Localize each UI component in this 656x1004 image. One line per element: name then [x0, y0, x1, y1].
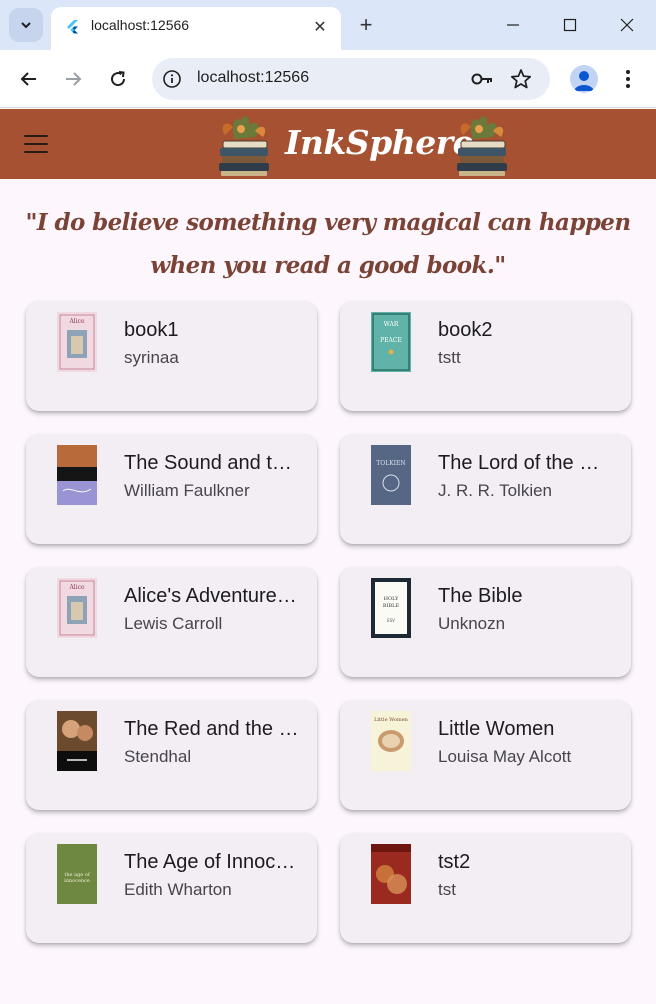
- little-women-cover: Little Women: [371, 711, 411, 771]
- book-card[interactable]: tst2 tst: [340, 833, 631, 943]
- svg-text:HOLY: HOLY: [384, 596, 399, 602]
- svg-text:ESV: ESV: [387, 618, 395, 623]
- url-text[interactable]: localhost:12566: [197, 69, 309, 87]
- svg-text:Little Women: Little Women: [374, 717, 409, 723]
- book-author: William Faulkner: [124, 481, 250, 500]
- back-arrow-icon[interactable]: [14, 64, 44, 94]
- book-card[interactable]: Alice book1 syrinaa: [26, 301, 317, 411]
- book-title: The Age of Innocence: [124, 851, 299, 873]
- alice-cover: Alice: [57, 578, 97, 638]
- bible-cover: HOLY BIBLE ESV: [371, 578, 411, 638]
- close-window-icon[interactable]: [612, 10, 642, 40]
- book-author: Lewis Carroll: [124, 614, 223, 633]
- book-author: J. R. R. Tolkien: [438, 481, 553, 500]
- browser-toolbar: localhost:12566: [0, 50, 656, 108]
- alice-cover: Alice: [57, 312, 97, 372]
- book-card[interactable]: Alice Alice's Adventures in Wonderland L…: [26, 567, 317, 677]
- book-author: Edith Wharton: [124, 880, 232, 899]
- book-title: book2: [438, 319, 493, 341]
- book-card[interactable]: HOLY BIBLE ESV The Bible Unknozn: [340, 567, 631, 677]
- book-title: Little Women: [438, 718, 555, 740]
- address-bar[interactable]: localhost:12566: [152, 58, 550, 100]
- red-painting-cover: [371, 844, 411, 904]
- flutter-icon: [67, 20, 78, 34]
- book-title: The Red and the Black: [124, 718, 299, 740]
- tab-search-button[interactable]: [9, 8, 43, 42]
- chevron-down-icon: [21, 22, 31, 29]
- book-author: tst: [438, 880, 456, 899]
- profile-avatar-icon[interactable]: [570, 65, 598, 93]
- book-card[interactable]: WAR PEACE book2 tstt: [340, 301, 631, 411]
- book-card[interactable]: the age of innocence The Age of Innocenc…: [26, 833, 317, 943]
- svg-text:WAR: WAR: [384, 321, 399, 328]
- book-author: Unknozn: [438, 614, 506, 633]
- svg-text:Alice: Alice: [68, 318, 85, 325]
- browser-tab-bar: localhost:12566 ✕ +: [0, 0, 656, 50]
- book-title: The Lord of the Rings: [438, 452, 613, 474]
- red-and-black-cover: [57, 711, 97, 771]
- site-info-icon[interactable]: [162, 69, 182, 89]
- svg-text:PEACE: PEACE: [380, 337, 402, 344]
- book-title: Alice's Adventures in Wonderland: [124, 585, 299, 607]
- war-and-peace-cover: WAR PEACE: [371, 312, 411, 372]
- sound-and-fury-cover: [57, 445, 97, 505]
- book-title: book1: [124, 319, 179, 341]
- new-tab-button[interactable]: +: [352, 11, 380, 39]
- quote-text: "I do believe something very magical can…: [25, 209, 632, 279]
- close-tab-icon[interactable]: ✕: [311, 17, 329, 36]
- menu-icon[interactable]: [22, 133, 50, 155]
- app-brand-title: InkSphere: [285, 123, 474, 162]
- age-of-innocence-cover: the age of innocence: [57, 844, 97, 904]
- book-title: The Bible: [438, 585, 523, 607]
- reload-icon[interactable]: [103, 64, 133, 94]
- book-card[interactable]: TOLKIEN The Lord of the Rings J. R. R. T…: [340, 434, 631, 544]
- browser-menu-icon[interactable]: [618, 65, 638, 93]
- svg-text:Alice: Alice: [68, 584, 85, 591]
- book-author: tstt: [438, 348, 461, 367]
- bookmark-star-icon[interactable]: [510, 68, 532, 90]
- lord-of-the-rings-cover: TOLKIEN: [371, 445, 411, 505]
- minimize-icon[interactable]: [498, 10, 528, 40]
- book-title: tst2: [438, 851, 471, 873]
- book-author: syrinaa: [124, 348, 179, 367]
- password-key-icon[interactable]: [470, 69, 494, 89]
- browser-tab[interactable]: localhost:12566 ✕: [51, 7, 341, 50]
- book-stack-icon: [457, 116, 507, 176]
- book-card[interactable]: Little Women Little Women Louisa May Alc…: [340, 700, 631, 810]
- maximize-icon[interactable]: [555, 10, 585, 40]
- book-card[interactable]: The Red and the Black Stendhal: [26, 700, 317, 810]
- book-card[interactable]: The Sound and the Fury William Faulkner: [26, 434, 317, 544]
- forward-arrow-icon[interactable]: [58, 64, 88, 94]
- svg-text:BIBLE: BIBLE: [383, 603, 400, 609]
- svg-text:TOLKIEN: TOLKIEN: [376, 460, 405, 467]
- book-author: Louisa May Alcott: [438, 747, 572, 766]
- tab-title: localhost:12566: [91, 17, 190, 33]
- app-bar: InkSphere: [0, 109, 656, 179]
- book-title: The Sound and the Fury: [124, 452, 299, 474]
- book-stack-icon: [219, 116, 269, 176]
- book-author: Stendhal: [124, 747, 192, 766]
- svg-text:innocence: innocence: [64, 878, 90, 884]
